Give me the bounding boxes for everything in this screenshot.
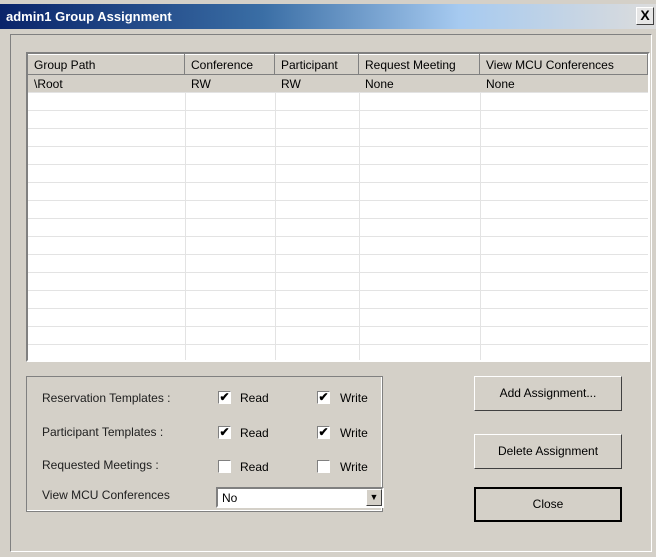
empty-row bbox=[28, 201, 648, 219]
requested-write-checkbox[interactable] bbox=[317, 460, 330, 473]
cell-conference: RW bbox=[191, 77, 211, 91]
add-assignment-button[interactable]: Add Assignment... bbox=[474, 376, 622, 411]
view-mcu-conferences-label: View MCU Conferences bbox=[42, 488, 170, 502]
column-header-view-mcu-conferences[interactable]: View MCU Conferences bbox=[480, 54, 648, 75]
cell-view-mcu: None bbox=[486, 77, 515, 91]
empty-row bbox=[28, 93, 648, 111]
empty-row bbox=[28, 129, 648, 147]
reservation-read-label: Read bbox=[240, 391, 269, 405]
cell-request-meeting: None bbox=[365, 77, 394, 91]
column-header-participant[interactable]: Participant bbox=[275, 54, 359, 75]
participant-read-label: Read bbox=[240, 426, 269, 440]
empty-row bbox=[28, 291, 648, 309]
column-header-request-meeting[interactable]: Request Meeting bbox=[359, 54, 480, 75]
empty-row bbox=[28, 327, 648, 345]
empty-row bbox=[28, 147, 648, 165]
cell-participant: RW bbox=[281, 77, 301, 91]
requested-read-checkbox[interactable] bbox=[218, 460, 231, 473]
title-bar: admin1 Group Assignment X bbox=[0, 4, 656, 29]
empty-row bbox=[28, 237, 648, 255]
participant-templates-label: Participant Templates : bbox=[42, 425, 164, 439]
window-title: admin1 Group Assignment bbox=[6, 9, 172, 24]
empty-row bbox=[28, 219, 648, 237]
empty-row bbox=[28, 183, 648, 201]
view-mcu-selected-value: No bbox=[222, 491, 238, 505]
group-assignment-window: admin1 Group Assignment X Group Path Con… bbox=[0, 0, 656, 557]
dropdown-arrow-icon[interactable]: ▼ bbox=[366, 489, 382, 506]
assignment-list[interactable]: Group Path Conference Participant Reques… bbox=[26, 52, 650, 362]
requested-write-label: Write bbox=[340, 460, 368, 474]
column-header-conference[interactable]: Conference bbox=[185, 54, 275, 75]
grid-line bbox=[648, 75, 649, 360]
requested-read-label: Read bbox=[240, 460, 269, 474]
requested-meetings-label: Requested Meetings : bbox=[42, 458, 159, 472]
empty-row bbox=[28, 165, 648, 183]
reservation-templates-label: Reservation Templates : bbox=[42, 391, 171, 405]
reservation-read-checkbox[interactable]: ✔ bbox=[218, 391, 231, 404]
reservation-write-label: Write bbox=[340, 391, 368, 405]
delete-assignment-button[interactable]: Delete Assignment bbox=[474, 434, 622, 469]
check-mark-icon: ✔ bbox=[219, 390, 230, 404]
empty-row bbox=[28, 345, 648, 360]
table-row[interactable]: \Root RW RW None None bbox=[28, 75, 648, 93]
check-mark-icon: ✔ bbox=[219, 425, 230, 439]
cell-group-path: \Root bbox=[34, 77, 63, 91]
participant-write-checkbox[interactable]: ✔ bbox=[317, 426, 330, 439]
empty-row bbox=[28, 309, 648, 327]
column-header-group-path[interactable]: Group Path bbox=[28, 54, 185, 75]
empty-row bbox=[28, 255, 648, 273]
view-mcu-conferences-select[interactable]: No ▼ bbox=[216, 487, 384, 508]
close-window-button[interactable]: X bbox=[636, 7, 654, 25]
empty-row bbox=[28, 273, 648, 291]
reservation-write-checkbox[interactable]: ✔ bbox=[317, 391, 330, 404]
empty-row bbox=[28, 111, 648, 129]
close-button[interactable]: Close bbox=[474, 487, 622, 522]
check-mark-icon: ✔ bbox=[318, 425, 329, 439]
participant-write-label: Write bbox=[340, 426, 368, 440]
check-mark-icon: ✔ bbox=[318, 390, 329, 404]
participant-read-checkbox[interactable]: ✔ bbox=[218, 426, 231, 439]
